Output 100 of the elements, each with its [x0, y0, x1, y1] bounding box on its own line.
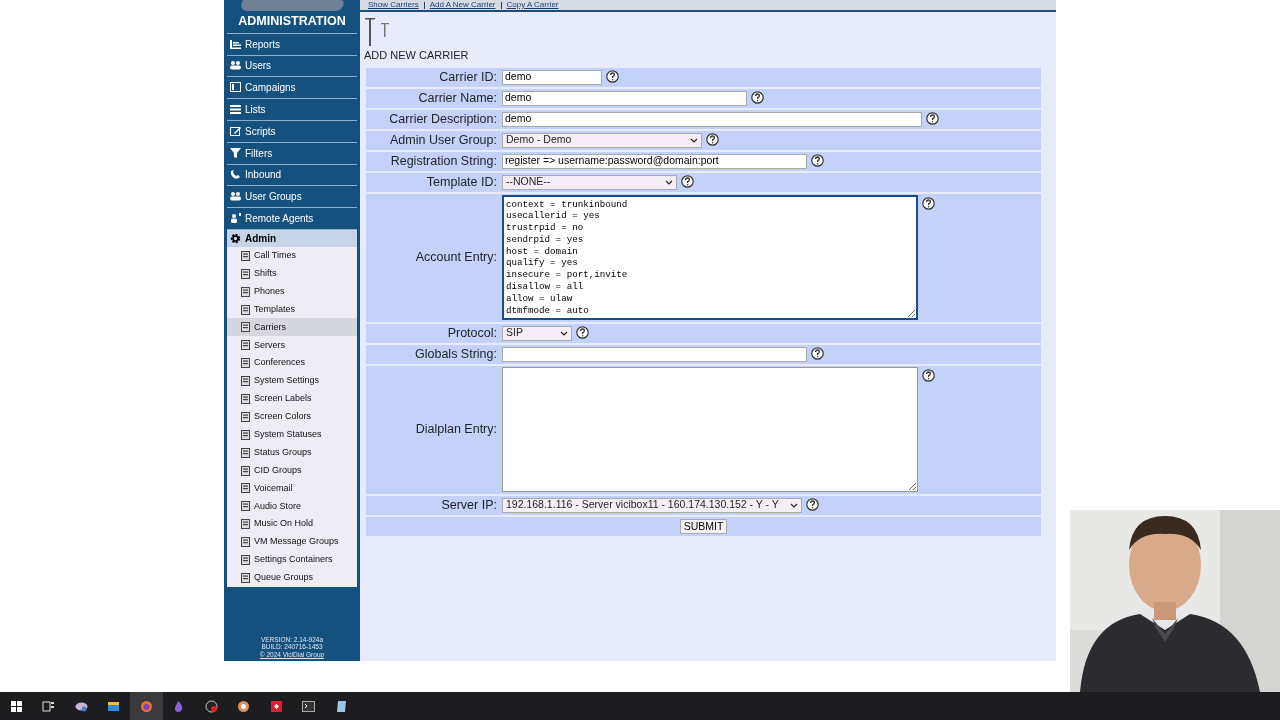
- app-icon[interactable]: [269, 699, 283, 713]
- terminal-icon[interactable]: [302, 699, 316, 713]
- windows-icon[interactable]: [9, 699, 23, 713]
- document-icon: [241, 304, 250, 315]
- help-icon[interactable]: [706, 132, 719, 146]
- field-label: Dialplan Entry:: [414, 421, 498, 439]
- sidebar-subitem[interactable]: Audio Store: [227, 497, 357, 516]
- nav-link[interactable]: Copy A Carrier: [506, 0, 559, 10]
- sidebar-title: ADMINISTRATION: [227, 11, 357, 34]
- sidebar-item[interactable]: Reports: [227, 33, 357, 56]
- document-icon: [241, 394, 250, 404]
- input-field[interactable]: demo: [502, 69, 602, 85]
- sidebar-subitem[interactable]: VM Message Groups: [227, 533, 357, 552]
- sidebar-subitem[interactable]: System Settings: [227, 372, 357, 391]
- text-area[interactable]: context = trunkinbound usecallerid = yes trustrpid = no sendrpid = yes host = domain qualify = yes insecure = port,invite disallow = all allow = ulaw dtmfmode = auto: [502, 194, 918, 320]
- help-icon[interactable]: [811, 153, 824, 167]
- sidebar-subitem[interactable]: System Statuses: [227, 425, 357, 444]
- submit-button[interactable]: SUBMIT: [679, 518, 728, 534]
- field-label: Globals String:: [414, 345, 498, 363]
- gear-icon: [230, 232, 241, 244]
- sidebar-subitem[interactable]: Templates: [227, 300, 357, 319]
- document-icon: [241, 572, 250, 583]
- sidebar-subitem[interactable]: Phones: [227, 282, 357, 301]
- caret-icon: [790, 502, 798, 508]
- field-label: Carrier Description:: [388, 110, 498, 128]
- field-label: Carrier ID:: [438, 68, 498, 86]
- sidebar-subitem[interactable]: Music On Hold: [227, 515, 357, 534]
- help-icon[interactable]: [681, 174, 694, 188]
- recorder-icon[interactable]: [204, 699, 218, 713]
- sidebar-item[interactable]: Lists: [227, 99, 357, 121]
- help-icon[interactable]: [751, 90, 764, 104]
- dropdown[interactable]: 192.168.1.116 - Server vicibox11 - 160.174.130.152 - Y - Y: [502, 497, 802, 513]
- sidebar-item[interactable]: Scripts: [227, 120, 357, 143]
- document-icon: [241, 519, 250, 530]
- document-icon: [241, 340, 250, 351]
- field-label: Server IP:: [440, 496, 498, 514]
- input-field[interactable]: demo: [502, 90, 747, 106]
- dropdown[interactable]: SIP: [502, 325, 572, 341]
- document-icon: [241, 555, 250, 565]
- sidebar-subitem[interactable]: Settings Containers: [227, 551, 357, 569]
- sidebar-subitem[interactable]: Conferences: [227, 354, 357, 373]
- sidebar-subitem[interactable]: Voicemail: [227, 479, 357, 498]
- help-icon[interactable]: [606, 69, 619, 83]
- document-icon: [241, 358, 250, 369]
- sidebar-subitem[interactable]: Call Times: [227, 246, 357, 265]
- dropdown[interactable]: --NONE--: [502, 174, 677, 190]
- dropdown[interactable]: Demo - Demo: [502, 132, 702, 148]
- field-label: Protocol:: [446, 324, 498, 342]
- help-icon[interactable]: [811, 346, 824, 360]
- document-icon: [241, 411, 250, 422]
- people-icon: [230, 60, 241, 72]
- sidebar-item[interactable]: User Groups: [227, 186, 357, 209]
- sidebar-item[interactable]: Remote Agents: [227, 208, 357, 230]
- input-field[interactable]: demo: [502, 111, 922, 127]
- field-label: Admin User Group:: [389, 131, 498, 149]
- help-icon[interactable]: [806, 497, 819, 511]
- sidebar-item[interactable]: Filters: [227, 142, 357, 165]
- help-icon[interactable]: [922, 196, 935, 210]
- sidebar-subitem[interactable]: Status Groups: [227, 443, 357, 462]
- help-icon[interactable]: [926, 111, 939, 125]
- app-icon[interactable]: [237, 699, 251, 713]
- field-label: Carrier Name:: [417, 89, 498, 107]
- document-icon: [241, 429, 250, 440]
- window-icon: [230, 82, 241, 94]
- sidebar-item[interactable]: Users: [227, 55, 357, 78]
- phone-icon: [230, 169, 241, 181]
- sidebar-subitem[interactable]: Queue Groups: [227, 568, 357, 587]
- document-icon: [241, 447, 250, 458]
- sidebar-subitem[interactable]: Carriers: [227, 318, 357, 337]
- pencil-icon: [230, 125, 241, 137]
- input-field[interactable]: [502, 346, 807, 362]
- caret-icon: [665, 179, 673, 185]
- sidebar-item[interactable]: Campaigns: [227, 77, 357, 100]
- document-icon: [241, 322, 250, 333]
- sidebar-subitem[interactable]: Screen Labels: [227, 390, 357, 408]
- document-icon: [241, 376, 250, 387]
- browser-icon[interactable]: [139, 699, 153, 713]
- funnel-icon: [230, 147, 241, 159]
- nav-link[interactable]: Add A New Carrier: [429, 0, 496, 10]
- input-field[interactable]: register => username:password@domain:port: [502, 153, 807, 169]
- folder-icon[interactable]: [107, 699, 121, 713]
- person-icon: [230, 213, 241, 224]
- help-icon[interactable]: [922, 368, 935, 382]
- document-icon: [241, 250, 250, 261]
- document-icon: [241, 465, 250, 476]
- document-icon: [241, 268, 250, 279]
- sidebar-subitem[interactable]: Screen Colors: [227, 407, 357, 426]
- people-icon: [230, 191, 241, 203]
- help-icon[interactable]: [576, 325, 589, 339]
- list-icon: [230, 104, 241, 116]
- sidebar-subitem[interactable]: CID Groups: [227, 461, 357, 480]
- document-icon: [241, 483, 250, 494]
- page-heading: ADD NEW CARRIER: [363, 48, 470, 63]
- sidebar-item[interactable]: Inbound: [227, 164, 357, 187]
- nav-link[interactable]: Show Carriers: [368, 0, 419, 10]
- task-view-icon[interactable]: [42, 699, 56, 713]
- sidebar-subitem[interactable]: Servers: [227, 336, 357, 355]
- sidebar-subitem[interactable]: Shifts: [227, 264, 357, 283]
- notepad-icon[interactable]: [334, 699, 348, 713]
- caret-icon: [690, 137, 698, 143]
